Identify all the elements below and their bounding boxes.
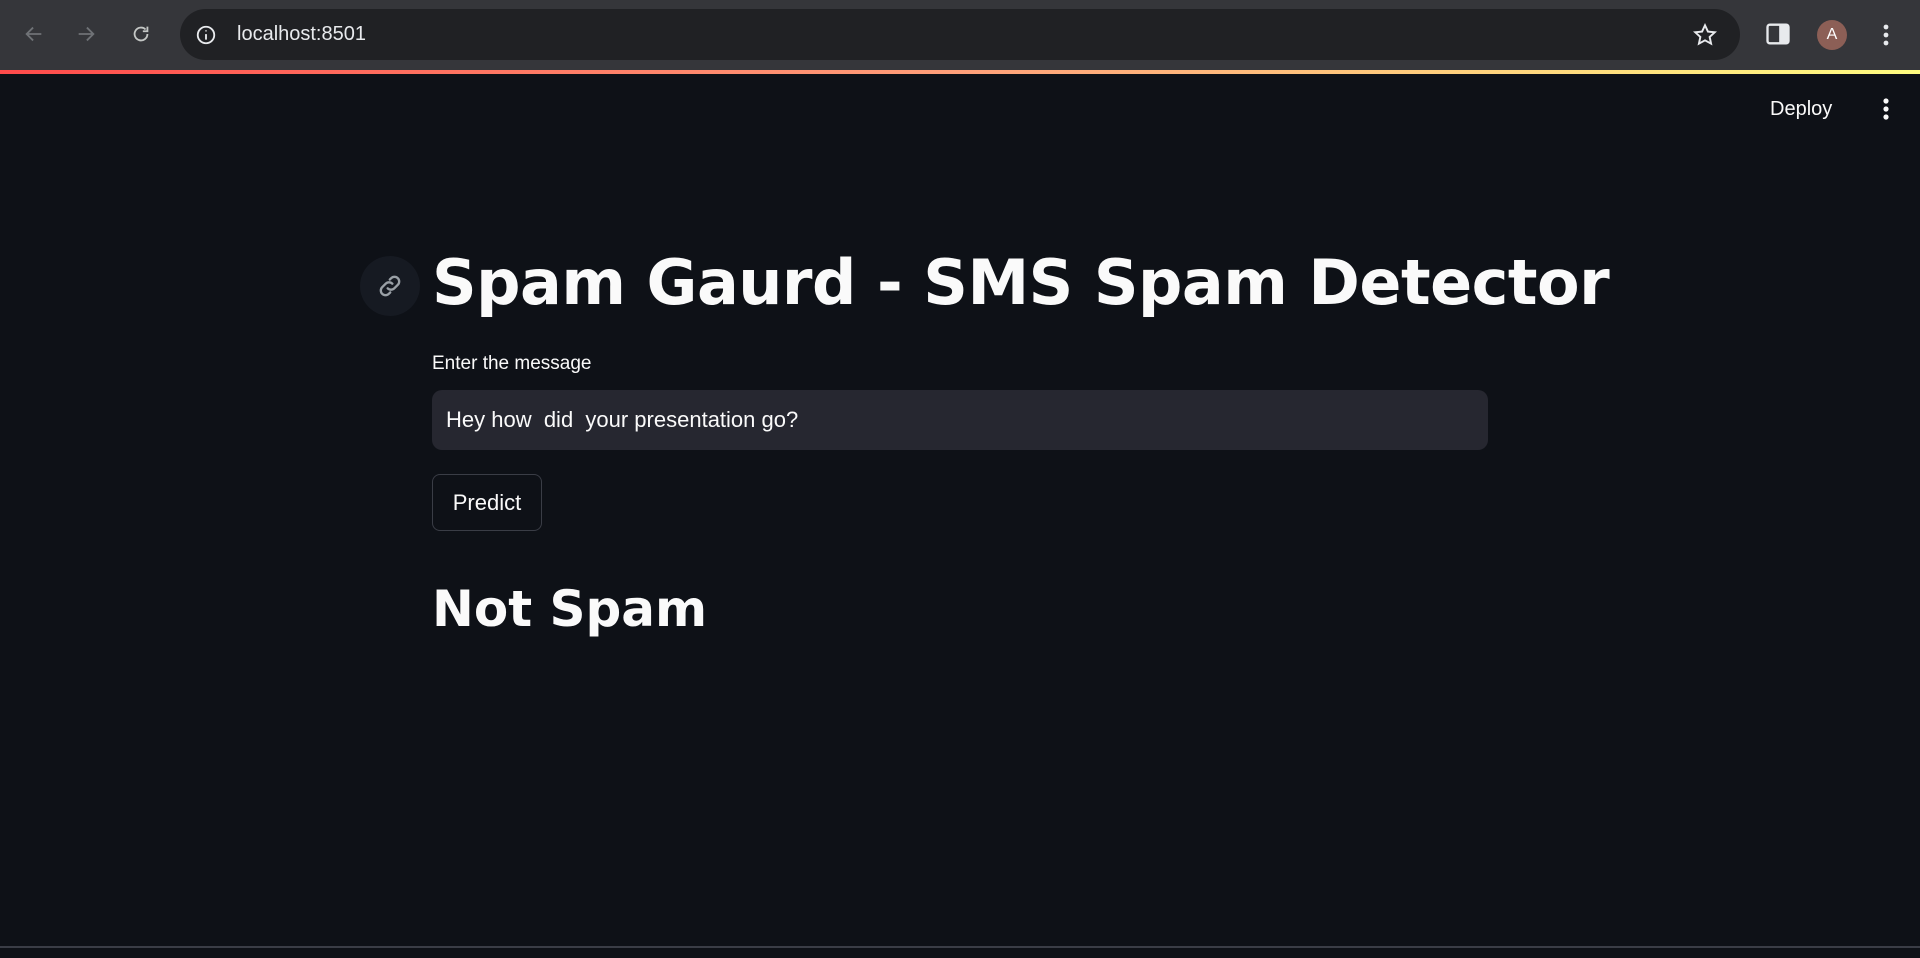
predict-button[interactable]: Predict [432, 474, 542, 531]
app-header: Deploy [0, 74, 1920, 140]
address-bar[interactable]: localhost:8501 [180, 9, 1740, 60]
message-input[interactable] [432, 390, 1488, 450]
kebab-menu-icon[interactable] [1876, 94, 1896, 124]
back-button[interactable] [14, 14, 54, 54]
message-input-label: Enter the message [432, 353, 592, 374]
avatar[interactable]: A [1817, 20, 1847, 50]
star-icon[interactable] [1692, 22, 1718, 48]
forward-button[interactable] [66, 14, 106, 54]
reload-icon [133, 26, 149, 42]
reload-button[interactable] [121, 14, 161, 54]
page-title: Spam Gaurd - SMS Spam Detector [432, 246, 1610, 319]
kebab-menu-icon[interactable] [1874, 18, 1898, 52]
url-text[interactable]: localhost:8501 [237, 23, 366, 46]
info-icon[interactable] [195, 24, 217, 46]
prediction-result: Not Spam [432, 580, 708, 638]
deploy-button[interactable]: Deploy [1770, 94, 1832, 124]
arrow-right-icon [78, 26, 95, 42]
browser-toolbar: localhost:8501 A [0, 0, 1920, 70]
bottom-edge [0, 946, 1920, 958]
arrow-left-icon [25, 26, 42, 42]
side-panel-icon[interactable] [1764, 20, 1792, 48]
title-anchor-link[interactable] [360, 256, 420, 316]
link-icon [379, 275, 401, 297]
